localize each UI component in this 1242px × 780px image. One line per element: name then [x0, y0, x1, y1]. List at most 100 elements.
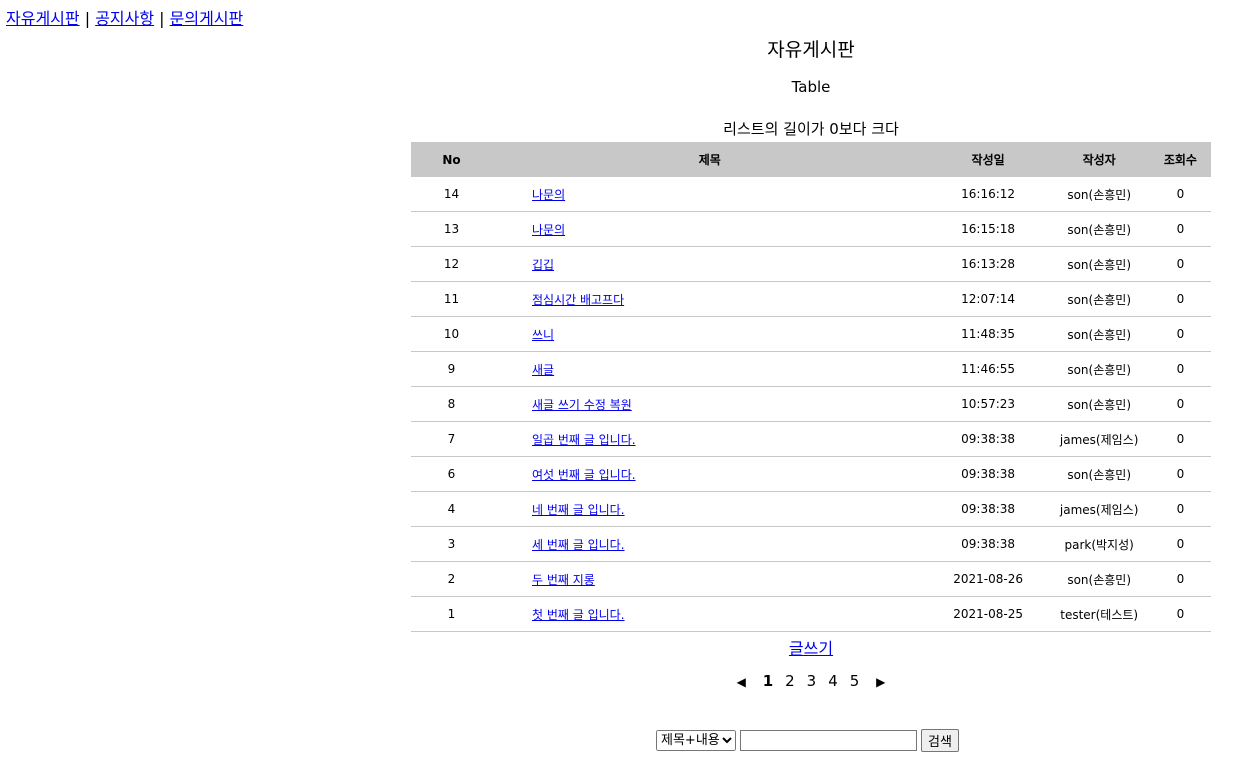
- nav-notice-link[interactable]: 공지사항: [95, 9, 154, 28]
- cell-no: 4: [411, 491, 492, 527]
- post-title-link[interactable]: 세 번째 글 입니다.: [532, 538, 625, 552]
- page-number-2[interactable]: 2: [785, 670, 795, 692]
- cell-writer: james(제임스): [1048, 421, 1150, 457]
- page-number-4[interactable]: 4: [828, 670, 838, 692]
- cell-title: 나문의: [491, 211, 928, 247]
- cell-hits: 0: [1149, 351, 1211, 387]
- post-title-link[interactable]: 두 번째 지롱: [532, 573, 595, 587]
- post-title-link[interactable]: 네 번째 글 입니다.: [532, 503, 625, 517]
- cell-hits: 0: [1149, 246, 1211, 282]
- search-type-select[interactable]: 제목+내용: [656, 730, 736, 751]
- cell-title: 쓰니: [491, 316, 928, 352]
- cell-title: 새글: [491, 351, 928, 387]
- cell-writer: tester(테스트): [1048, 596, 1150, 632]
- pagination: ◀ 12345 ▶: [411, 670, 1211, 692]
- table-row: 9 새글 11:46:55 son(손흥민) 0: [411, 351, 1211, 387]
- prev-page-icon[interactable]: ◀: [737, 671, 746, 693]
- cell-date: 16:16:12: [927, 177, 1049, 212]
- write-post-link[interactable]: 글쓰기: [789, 639, 833, 658]
- cell-title: 여섯 번째 글 입니다.: [491, 456, 928, 492]
- cell-date: 09:38:38: [927, 456, 1049, 492]
- post-title-link[interactable]: 깁깁: [532, 258, 554, 272]
- page-number-5[interactable]: 5: [850, 670, 860, 692]
- write-link-container: 글쓰기: [411, 638, 1211, 660]
- cell-hits: 0: [1149, 211, 1211, 247]
- page-title: 자유게시판: [767, 39, 855, 61]
- table-row: 3 세 번째 글 입니다. 09:38:38 park(박지성) 0: [411, 526, 1211, 562]
- cell-writer: son(손흥민): [1048, 351, 1150, 387]
- cell-no: 1: [411, 596, 492, 632]
- cell-writer: james(제임스): [1048, 491, 1150, 527]
- cell-date: 16:15:18: [927, 211, 1049, 247]
- table-row: 12 깁깁 16:13:28 son(손흥민) 0: [411, 246, 1211, 282]
- post-title-link[interactable]: 여섯 번째 글 입니다.: [532, 468, 636, 482]
- post-title-link[interactable]: 점심시간 배고프다: [532, 293, 624, 307]
- top-nav: 자유게시판 | 공지사항 | 문의게시판: [6, 8, 243, 30]
- cell-date: 11:46:55: [927, 351, 1049, 387]
- cell-date: 12:07:14: [927, 281, 1049, 317]
- cell-no: 3: [411, 526, 492, 562]
- cell-hits: 0: [1149, 491, 1211, 527]
- table-row: 10 쓰니 11:48:35 son(손흥민) 0: [411, 316, 1211, 352]
- cell-writer: park(박지성): [1048, 526, 1150, 562]
- search-button[interactable]: 검색: [921, 729, 959, 752]
- search-bar: 제목+내용 검색: [656, 729, 959, 752]
- post-title-link[interactable]: 일곱 번째 글 입니다.: [532, 433, 636, 447]
- page-number-list: 12345: [757, 670, 866, 692]
- board-main: 자유게시판 Table 리스트의 길이가 0보다 크다 No 제목 작성일 작성…: [411, 34, 1211, 692]
- cell-date: 09:38:38: [927, 421, 1049, 457]
- post-title-link[interactable]: 새글: [532, 363, 554, 377]
- table-header-row: No 제목 작성일 작성자 조회수: [411, 142, 1211, 177]
- nav-free-board-link[interactable]: 자유게시판: [6, 9, 80, 28]
- table-row: 8 새글 쓰기 수정 복원 10:57:23 son(손흥민) 0: [411, 386, 1211, 422]
- page-number-1[interactable]: 1: [763, 670, 773, 692]
- cell-writer: son(손흥민): [1048, 177, 1150, 212]
- nav-inquiry-link[interactable]: 문의게시판: [170, 9, 244, 28]
- next-page-icon[interactable]: ▶: [876, 671, 885, 693]
- cell-writer: son(손흥민): [1048, 456, 1150, 492]
- nav-separator: |: [159, 9, 165, 28]
- cell-hits: 0: [1149, 281, 1211, 317]
- post-title-link[interactable]: 쓰니: [532, 328, 554, 342]
- cell-hits: 0: [1149, 456, 1211, 492]
- table-row: 2 두 번째 지롱 2021-08-26 son(손흥민) 0: [411, 561, 1211, 597]
- cell-date: 2021-08-26: [927, 561, 1049, 597]
- cell-hits: 0: [1149, 386, 1211, 422]
- page-number-3[interactable]: 3: [807, 670, 817, 692]
- cell-writer: son(손흥민): [1048, 561, 1150, 597]
- table-row: 4 네 번째 글 입니다. 09:38:38 james(제임스) 0: [411, 491, 1211, 527]
- cell-date: 11:48:35: [927, 316, 1049, 352]
- cell-hits: 0: [1149, 596, 1211, 632]
- cell-date: 16:13:28: [927, 246, 1049, 282]
- cell-hits: 0: [1149, 561, 1211, 597]
- post-title-link[interactable]: 첫 번째 글 입니다.: [532, 608, 625, 622]
- cell-title: 나문의: [491, 177, 928, 212]
- post-title-link[interactable]: 나문의: [532, 223, 565, 237]
- table-row: 11 점심시간 배고프다 12:07:14 son(손흥민) 0: [411, 281, 1211, 317]
- table-row: 6 여섯 번째 글 입니다. 09:38:38 son(손흥민) 0: [411, 456, 1211, 492]
- cell-no: 8: [411, 386, 492, 422]
- cell-no: 6: [411, 456, 492, 492]
- column-header-no: No: [411, 142, 492, 177]
- table-row: 7 일곱 번째 글 입니다. 09:38:38 james(제임스) 0: [411, 421, 1211, 457]
- search-input[interactable]: [740, 730, 917, 751]
- nav-separator: |: [84, 9, 91, 28]
- cell-no: 11: [411, 281, 492, 317]
- board-table-body: 14 나문의 16:16:12 son(손흥민) 0 13 나문의 16:15:18 son(손…: [411, 177, 1211, 632]
- column-header-hits: 조회수: [1149, 142, 1211, 177]
- table-row: 1 첫 번째 글 입니다. 2021-08-25 tester(테스트) 0: [411, 596, 1211, 632]
- cell-date: 2021-08-25: [927, 596, 1049, 632]
- cell-no: 12: [411, 246, 492, 282]
- cell-writer: son(손흥민): [1048, 316, 1150, 352]
- cell-title: 두 번째 지롱: [491, 561, 928, 597]
- cell-no: 2: [411, 561, 492, 597]
- cell-date: 09:38:38: [927, 491, 1049, 527]
- post-title-link[interactable]: 새글 쓰기 수정 복원: [532, 398, 632, 412]
- cell-hits: 0: [1149, 526, 1211, 562]
- post-title-link[interactable]: 나문의: [532, 188, 565, 202]
- cell-title: 일곱 번째 글 입니다.: [491, 421, 928, 457]
- cell-no: 7: [411, 421, 492, 457]
- list-length-note: 리스트의 길이가 0보다 크다: [723, 120, 899, 138]
- table-row: 14 나문의 16:16:12 son(손흥민) 0: [411, 177, 1211, 212]
- cell-no: 13: [411, 211, 492, 247]
